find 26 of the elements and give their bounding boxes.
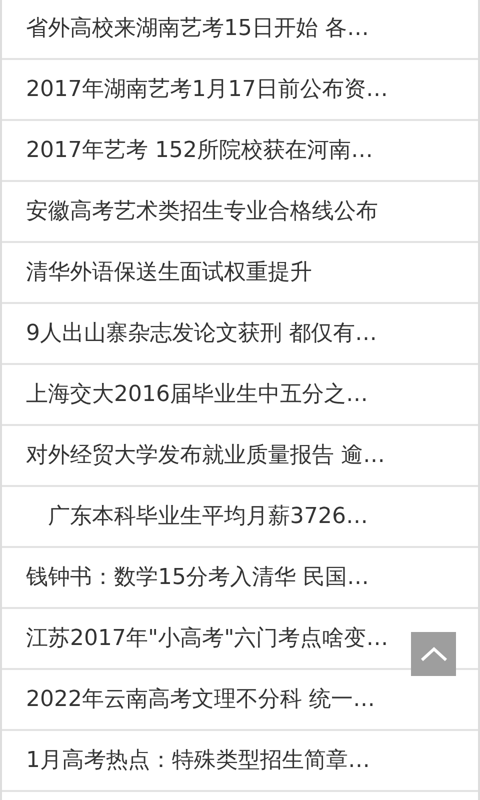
news-list-item[interactable]: 清华外语保送生面试权重提升 (2, 243, 478, 304)
news-list-item[interactable]: 1月高考热点：特殊类型招生简章… (2, 731, 478, 792)
news-list-item[interactable]: 安徽高考艺术类招生专业合格线公布 (2, 182, 478, 243)
news-title: 省外高校来湖南艺考15日开始 各… (26, 15, 369, 43)
news-list-item[interactable]: 2017年艺考 152所院校获在河南… (2, 121, 478, 182)
back-to-top-button[interactable] (411, 632, 456, 676)
news-title: 9人出山寨杂志发论文获刑 都仅有… (26, 320, 377, 348)
news-list-item[interactable]: 省外高校来湖南艺考15日开始 各… (2, 0, 478, 60)
news-title: 1月高考热点：特殊类型招生简章… (26, 746, 370, 774)
news-title: 广东本科毕业生平均月薪3726… (47, 502, 368, 530)
news-title: 2017年湖南艺考1月17日前公布资… (26, 76, 388, 104)
news-title: 清华外语保送生面试权重提升 (26, 258, 312, 286)
news-list-item[interactable]: 2017年湖南艺考1月17日前公布资… (2, 60, 478, 121)
news-title: 2022年云南高考文理不分科 统一… (26, 686, 375, 714)
news-title: 钱钟书：数学15分考入清华 民国… (26, 564, 369, 592)
news-title: 江苏2017年"小高考"六门考点啥变… (26, 624, 388, 652)
news-title: 安徽高考艺术类招生专业合格线公布 (26, 198, 378, 226)
news-title: 2017年艺考 152所院校获在河南… (26, 136, 373, 164)
news-title: 上海交大2016届毕业生中五分之… (26, 380, 368, 408)
news-list-item[interactable]: 9人出山寨杂志发论文获刑 都仅有… (2, 304, 478, 365)
news-list-item[interactable]: 对外经贸大学发布就业质量报告 逾… (2, 426, 478, 487)
news-list-item[interactable]: 广东本科毕业生平均月薪3726… (2, 487, 478, 548)
news-list-item[interactable]: 钱钟书：数学15分考入清华 民国… (2, 548, 478, 609)
news-list-item[interactable]: 上海交大2016届毕业生中五分之… (2, 365, 478, 426)
news-title: 对外经贸大学发布就业质量报告 逾… (26, 442, 385, 470)
chevron-up-icon (420, 646, 448, 662)
